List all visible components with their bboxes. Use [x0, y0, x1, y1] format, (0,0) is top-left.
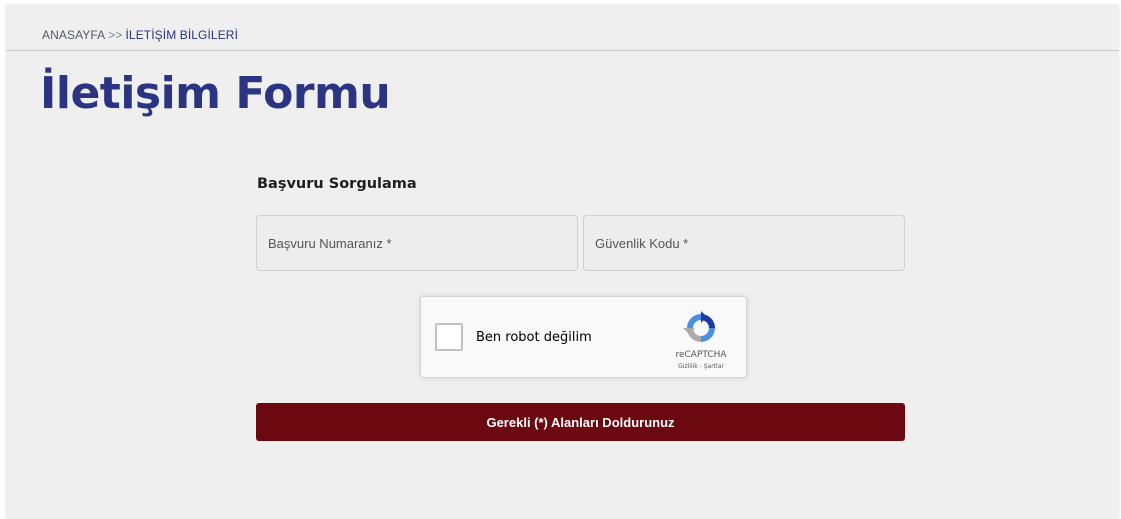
page-title: İletişim Formu: [40, 68, 391, 119]
submit-button[interactable]: Gerekli (*) Alanları Doldurunuz: [256, 403, 905, 441]
security-code-input[interactable]: [583, 215, 905, 271]
recaptcha-widget: Ben robot değilim reCAPTCHA Gizlilik - Ş…: [420, 296, 747, 378]
application-number-input[interactable]: [256, 215, 578, 271]
recaptcha-brand: reCAPTCHA: [675, 350, 727, 360]
recaptcha-checkbox[interactable]: [435, 323, 463, 351]
content-panel: ANASAYFA >> İLETİŞİM BİLGİLERİ İletişim Fo…: [6, 6, 1119, 519]
breadcrumb-home[interactable]: ANASAYFA: [42, 28, 105, 42]
breadcrumb-current[interactable]: İLETİŞİM BİLGİLERİ: [126, 28, 239, 42]
breadcrumb: ANASAYFA >> İLETİŞİM BİLGİLERİ: [42, 28, 238, 42]
recaptcha-logo-icon: [683, 311, 715, 342]
breadcrumb-separator: >>: [108, 28, 123, 42]
recaptcha-links[interactable]: Gizlilik - Şartlar: [661, 363, 741, 370]
section-title: Başvuru Sorgulama: [257, 176, 417, 192]
header-divider: [6, 50, 1119, 51]
recaptcha-label: Ben robot değilim: [476, 330, 592, 345]
